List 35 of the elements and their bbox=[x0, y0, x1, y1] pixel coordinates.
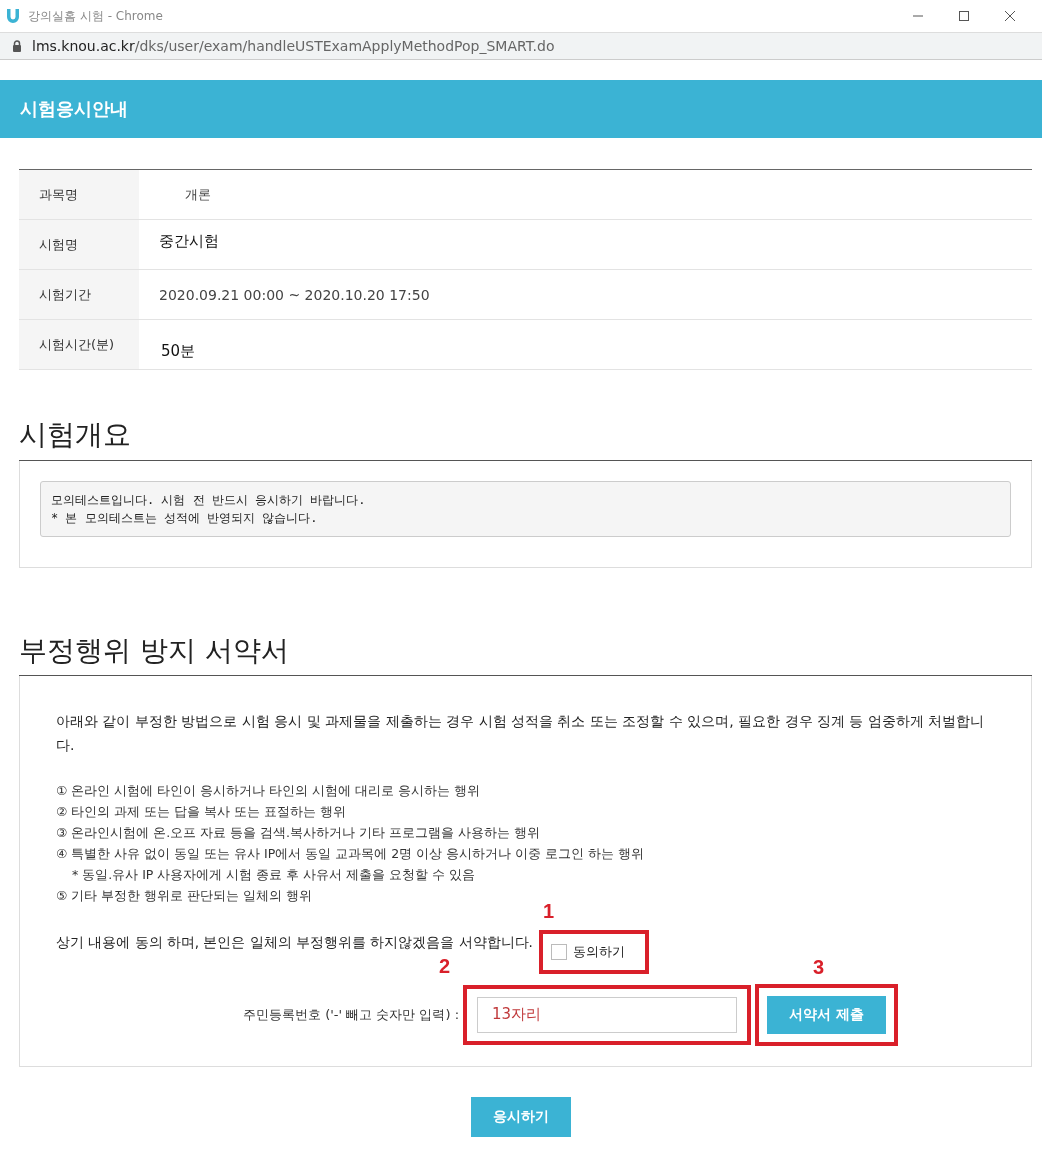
table-label: 시험시간(분) bbox=[19, 320, 139, 369]
notice-line: * 본 모의테스트는 성적에 반영되지 않습니다. bbox=[51, 509, 319, 527]
app-logo-icon bbox=[6, 8, 20, 24]
list-item: ⑤ 기타 부정한 행위로 판단되는 일체의 행위 bbox=[56, 886, 314, 905]
maximize-icon[interactable] bbox=[958, 10, 970, 22]
list-item: ③ 온라인시험에 온.오프 자료 등을 검색.복사하거나 기타 프로그램을 사용하는 행위 bbox=[56, 823, 541, 842]
table-value: 개론 bbox=[185, 185, 211, 204]
address-bar[interactable]: lms.knou.ac.kr/dks/user/exam/handleUSTExamApplyMethodPop_SMART.do bbox=[0, 33, 1042, 60]
url-text: lms.knou.ac.kr/dks/user/exam/handleUSTExamApplyMethodPop_SMART.do bbox=[32, 38, 555, 54]
pledge-intro: 아래와 같이 부정한 방법으로 시험 응시 및 과제물을 제출하는 경우 시험 성적을 취소 또는 조정할 수 있으며, 필요한 경우 징계 등 엄중하게 처벌합니다. bbox=[56, 712, 986, 755]
lock-icon bbox=[12, 40, 22, 52]
id-number-field[interactable]: 13자리 bbox=[477, 996, 738, 1033]
pledge-statement: 상기 내용에 동의 하며, 본인은 일체의 부정행위를 하지않겠음을 서약합니다. bbox=[56, 933, 533, 952]
window-title: 강의실홈 시험 - Chrome bbox=[28, 7, 163, 25]
section-heading: 부정행위 방지 서약서 bbox=[19, 633, 1032, 677]
list-note: * 동일.유사 IP 사용자에게 시험 종료 후 사유서 제출을 요청할 수 있음 bbox=[71, 865, 477, 884]
list-item: ④ 특별한 사유 없이 동일 또는 유사 IP에서 동일 교과목에 2명 이상 응시하거나 이중 로그인 하는 행위 bbox=[56, 844, 645, 863]
callout-number: 3 bbox=[813, 955, 825, 979]
agree-label[interactable]: 동의하기 bbox=[572, 942, 625, 961]
header-title: 시험응시안내 bbox=[20, 97, 128, 121]
id-number-label: 주민등록번호 ('-' 빼고 숫자만 입력) : bbox=[243, 1005, 460, 1024]
table-value: 중간시험 bbox=[159, 232, 219, 251]
callout-number: 2 bbox=[439, 954, 451, 978]
list-item: ② 타인의 과제 또는 답을 복사 또는 표절하는 행위 bbox=[56, 802, 347, 821]
close-icon[interactable] bbox=[1004, 10, 1016, 22]
agree-checkbox[interactable] bbox=[550, 943, 567, 960]
list-item: ① 온라인 시험에 타인이 응시하거나 타인의 시험에 대리로 응시하는 행위 bbox=[56, 781, 481, 800]
table-value: 50분 bbox=[161, 342, 196, 361]
table-value: 2020.09.21 00:00 ~ 2020.10.20 17:50 bbox=[159, 286, 430, 303]
table-label: 과목명 bbox=[19, 170, 139, 219]
table-label: 시험명 bbox=[19, 220, 139, 269]
callout-number: 1 bbox=[542, 899, 555, 923]
table-label: 시험기간 bbox=[19, 270, 139, 319]
notice-line: 모의테스트입니다. 시험 전 반드시 응시하기 바랍니다. bbox=[51, 491, 367, 509]
section-heading: 시험개요 bbox=[19, 418, 1032, 461]
